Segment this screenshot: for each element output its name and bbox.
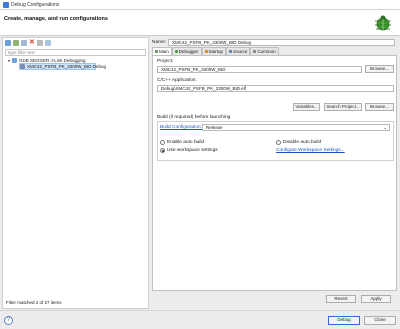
build-config-value: Release — [206, 125, 223, 130]
apply-button[interactable]: Apply — [361, 295, 391, 303]
tree-item-selected[interactable]: XMC42_PSFB_PK_3300W_BID Debug — [20, 64, 106, 69]
enable-auto-build-option[interactable]: Enable auto build — [160, 140, 204, 145]
search-project-button[interactable]: Search Project... — [324, 103, 362, 111]
app-icon — [3, 2, 9, 8]
tab-common[interactable]: Common — [250, 47, 279, 55]
tab-main-label: Main — [159, 49, 169, 54]
close-button[interactable]: Close — [364, 316, 396, 325]
use-workspace-label: Use workspace settings — [167, 148, 218, 153]
use-workspace-option[interactable]: Use workspace settings — [160, 148, 218, 153]
disable-auto-build-option[interactable]: Disable auto build — [276, 140, 321, 145]
name-field[interactable]: XMC42_PSFB_PK_3300W_BID Debug — [168, 39, 395, 46]
debug-config-icon — [20, 64, 25, 69]
configuration-list-pane: ✕ type filter text ▾ GDB SEGGER J-Link D… — [2, 37, 149, 309]
tab-startup[interactable]: Startup — [201, 47, 227, 55]
export-icon[interactable] — [21, 40, 27, 46]
project-field[interactable]: XMC42_PSFB_PK_3300W_BID — [157, 66, 362, 73]
filter-icon[interactable] — [45, 40, 51, 46]
filter-status: Filter matched 2 of 27 items — [6, 300, 62, 305]
title-bar: Debug Configurations — [0, 0, 400, 10]
build-group: Build Configuration: Release ⌄ Enable au… — [157, 121, 394, 161]
tab-source[interactable]: Source — [226, 47, 251, 55]
build-config-select[interactable]: Release ⌄ — [202, 124, 390, 131]
app-field[interactable]: Debug\XMC42_PSFB_PK_3300W_BID.elf — [157, 85, 394, 92]
dialog-footer: ? Debug Close — [0, 310, 400, 329]
delete-icon[interactable]: ✕ — [29, 39, 35, 46]
configure-workspace-link[interactable]: Configure Workspace Settings... — [276, 148, 345, 153]
app-browse-button[interactable]: Browse... — [365, 103, 394, 111]
help-icon[interactable]: ? — [4, 316, 13, 325]
variables-button[interactable]: Variables... — [293, 103, 320, 111]
configuration-editor: Name: XMC42_PSFB_PK_3300W_BID Debug Main… — [151, 37, 398, 309]
gdb-group-icon — [12, 58, 18, 63]
header-title: Create, manage, and run configurations — [4, 16, 108, 22]
new-config-icon[interactable] — [5, 40, 11, 46]
collapse-all-icon[interactable] — [37, 40, 43, 46]
build-label: Build (if required) before launching — [157, 115, 231, 120]
tab-source-label: Source — [233, 49, 248, 54]
window-title: Debug Configurations — [11, 2, 60, 8]
main-tab-panel: Project: XMC42_PSFB_PK_3300W_BID Browse.… — [152, 55, 397, 291]
enable-auto-label: Enable auto build — [167, 140, 205, 145]
startup-icon — [204, 50, 208, 53]
debug-button[interactable]: Debug — [328, 316, 360, 325]
main-icon — [155, 50, 158, 53]
use-workspace-radio[interactable] — [160, 148, 165, 153]
source-icon — [229, 50, 233, 53]
disable-auto-radio[interactable] — [276, 140, 281, 145]
tree-item-label: XMC42_PSFB_PK_3300W_BID Debug — [27, 64, 107, 69]
name-label: Name: — [152, 40, 167, 45]
duplicate-icon[interactable] — [13, 40, 19, 46]
disable-auto-label: Disable auto build — [283, 140, 322, 145]
project-browse-button[interactable]: Browse... — [365, 65, 394, 73]
enable-auto-radio[interactable] — [160, 140, 165, 145]
tab-startup-label: Startup — [208, 49, 224, 54]
build-config-link[interactable]: Build Configuration: — [160, 125, 202, 130]
common-icon — [253, 50, 257, 53]
tab-debugger[interactable]: Debugger — [171, 47, 202, 55]
tab-main[interactable]: Main — [152, 47, 172, 55]
project-label: Project: — [157, 59, 174, 64]
debugger-icon — [174, 50, 178, 53]
tab-debugger-label: Debugger — [178, 49, 199, 54]
expand-arrow-icon[interactable]: ▾ — [8, 58, 10, 63]
tab-bar: Main Debugger Startup Source Common — [152, 47, 279, 55]
chevron-down-icon: ⌄ — [383, 125, 387, 130]
tab-common-label: Common — [257, 49, 276, 54]
app-label: C/C++ Application: — [157, 78, 197, 83]
filter-input[interactable]: type filter text — [5, 49, 146, 56]
revert-button[interactable]: Revert — [326, 295, 356, 303]
bug-icon — [375, 15, 391, 31]
dialog-header: Create, manage, and run configurations — [0, 10, 400, 36]
